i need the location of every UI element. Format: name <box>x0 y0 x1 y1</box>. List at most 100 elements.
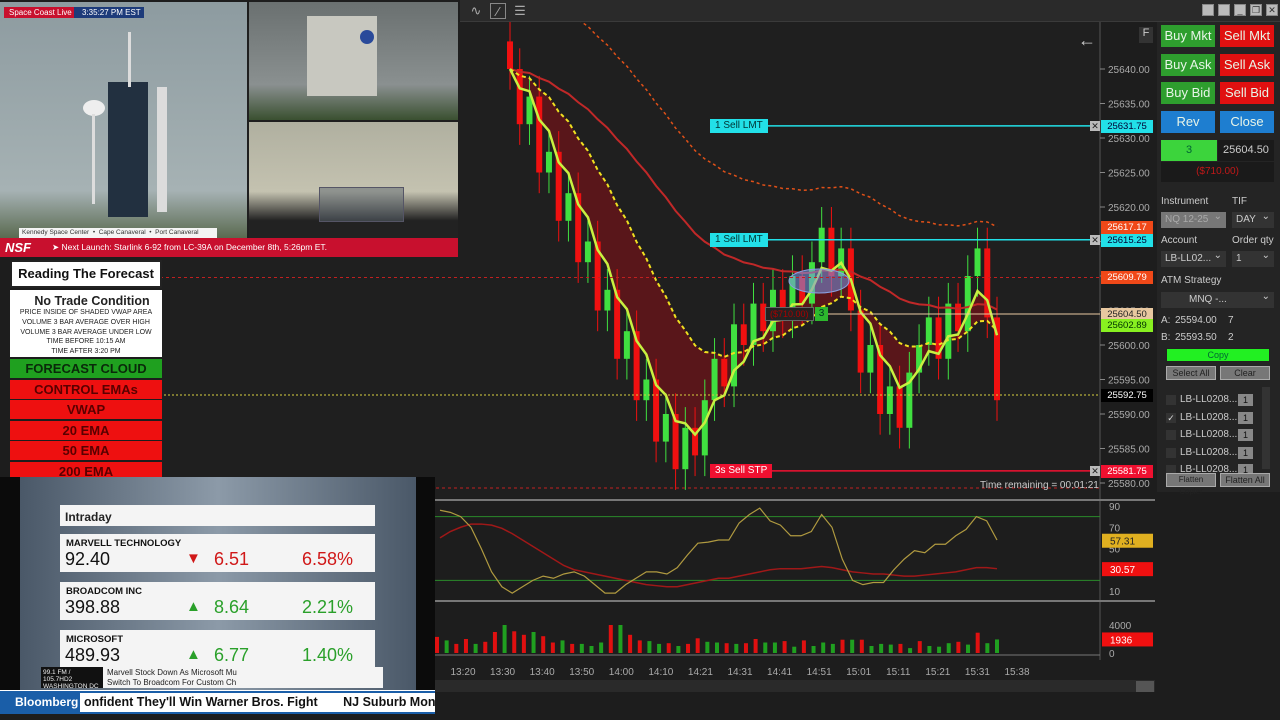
launch-pad-video <box>0 2 247 238</box>
volume-bar <box>801 640 806 653</box>
time-tick-label: 14:21 <box>688 667 713 678</box>
sell-mkt-button[interactable]: Sell Mkt <box>1220 25 1274 47</box>
close-button[interactable]: Close <box>1220 110 1274 133</box>
price-tick-label: 25600.00 <box>1108 341 1150 352</box>
scrollbar-handle[interactable] <box>1136 681 1154 692</box>
copier-qty[interactable]: 1 <box>1238 446 1253 459</box>
account-checkbox[interactable] <box>1166 447 1176 458</box>
close-icon[interactable]: ✕ <box>1266 4 1278 16</box>
copier-account[interactable]: LB-LL0208... <box>1180 412 1237 423</box>
copier-qty[interactable]: 1 <box>1238 411 1253 424</box>
account-list-scrollbar[interactable] <box>1262 387 1270 469</box>
stock-name: MICROSOFT <box>66 634 123 645</box>
tif-select[interactable]: DAY <box>1232 209 1274 228</box>
volume-bar <box>782 641 787 653</box>
atm-strategy-select[interactable]: MNQ -... <box>1161 289 1274 308</box>
buy-mkt-button[interactable]: Buy Mkt <box>1161 25 1215 47</box>
condition-item: PRICE INSIDE OF SHADED VWAP AREA <box>19 309 153 316</box>
account-checkbox[interactable] <box>1166 395 1176 405</box>
stock-card: BROADCOM INC 398.88 ▲ 8.64 2.21% <box>60 582 375 620</box>
order-tag[interactable]: 1 Sell LMT <box>710 118 768 133</box>
copier-account[interactable]: LB-LL0208... <box>1180 394 1237 405</box>
price-tag: 25617.17 <box>1101 220 1153 234</box>
volume-bar <box>811 646 816 653</box>
volume-bar <box>966 644 971 653</box>
sell-bid-button[interactable]: Sell Bid <box>1220 82 1274 104</box>
account-select[interactable]: LB-LL02... <box>1161 248 1226 267</box>
nsf-logo: NSF <box>5 240 31 255</box>
copier-account[interactable]: LB-LL0208... <box>1180 429 1237 440</box>
volume-bar <box>579 643 584 653</box>
minimize-icon[interactable]: _ <box>1234 4 1246 16</box>
indicator-icon[interactable]: ∿ <box>468 3 484 19</box>
volume-bar <box>473 643 478 653</box>
volume-bar <box>927 646 932 653</box>
copier-qty[interactable]: 1 <box>1238 429 1253 441</box>
crawl-text-1: onfident They'll Win Warner Bros. Fight <box>84 695 318 709</box>
list-icon[interactable]: ☰ <box>512 3 528 19</box>
volume-bar <box>686 643 691 653</box>
flatten-copier-button[interactable]: Flatten Copier <box>1166 473 1216 496</box>
window-button[interactable] <box>1202 4 1214 16</box>
candle <box>886 386 893 414</box>
cancel-order-icon[interactable]: ✕ <box>1090 465 1100 476</box>
account-checkbox[interactable]: ✓ <box>1166 412 1176 423</box>
price-tick-label: 25630.00 <box>1108 134 1150 145</box>
order-qty-input[interactable]: 1 <box>1232 248 1274 267</box>
restore-icon[interactable]: ❐ <box>1250 4 1262 16</box>
candle <box>584 241 591 263</box>
cancel-order-icon[interactable]: ✕ <box>1090 120 1100 131</box>
volume-bar <box>463 639 468 653</box>
price-tick-label: 25625.00 <box>1108 169 1150 180</box>
volume-bar <box>908 648 913 653</box>
sell-ask-button[interactable]: Sell Ask <box>1220 53 1274 76</box>
account-checkbox[interactable] <box>1166 430 1176 440</box>
candle <box>974 248 981 276</box>
order-tag[interactable]: 3s Sell STP <box>710 463 773 478</box>
price-tag: 25592.75 <box>1101 389 1153 403</box>
flatten-all-button[interactable]: Flatten All <box>1220 473 1270 487</box>
volume-bar <box>821 642 826 653</box>
headline: Marvell Stock Down As Microsoft Mu Switch… <box>103 667 383 688</box>
candle <box>857 310 864 373</box>
triangle-up-icon: ▲ <box>186 598 201 615</box>
forecast-title: Reading The Forecast <box>10 260 162 288</box>
candle <box>701 400 708 456</box>
volume-bar <box>666 643 671 653</box>
strategy-icon[interactable]: ⁄ <box>490 3 506 19</box>
cancel-order-icon[interactable]: ✕ <box>1090 234 1100 245</box>
copy-button[interactable]: Copy <box>1166 348 1270 362</box>
buy-ask-button[interactable]: Buy Ask <box>1161 53 1215 76</box>
channel-brand: Space Coast Live <box>4 7 74 18</box>
copier-account[interactable]: LB-LL0208... <box>1180 447 1237 458</box>
f-label[interactable]: F <box>1139 27 1153 43</box>
time-tick-label: 15:01 <box>846 667 871 678</box>
volume-bar <box>444 640 449 653</box>
vab-building <box>307 16 377 96</box>
volume-bar <box>628 634 633 653</box>
candle <box>516 69 523 125</box>
rev-button[interactable]: Rev <box>1161 110 1215 133</box>
volume-bar <box>840 639 845 653</box>
stock-price: 398.88 <box>65 597 121 617</box>
window-button[interactable] <box>1218 4 1230 16</box>
headline-line-1: Marvell Stock Down As Microsoft Mu <box>107 668 237 677</box>
instrument-select[interactable]: NQ 12-25 <box>1161 209 1226 228</box>
volume-bar <box>946 643 951 653</box>
osc-k-tag-label: 57.31 <box>1110 537 1135 548</box>
time-tick-label: 13:20 <box>450 667 475 678</box>
volume-bar <box>550 642 555 653</box>
volume-bar <box>589 646 594 653</box>
arrow-left-icon[interactable]: ← <box>1078 30 1096 51</box>
select-all-button[interactable]: Select All <box>1166 366 1216 380</box>
order-tag[interactable]: 1 Sell LMT <box>710 232 768 247</box>
clear-button[interactable]: Clear <box>1220 366 1270 380</box>
buy-bid-button[interactable]: Buy Bid <box>1161 82 1215 104</box>
position-qty[interactable]: 3 <box>815 307 828 321</box>
ask-label: A: <box>1161 315 1171 326</box>
copier-qty[interactable]: 1 <box>1238 394 1253 406</box>
time-tick-label: 14:41 <box>767 667 792 678</box>
volume-bar <box>531 632 536 653</box>
candle <box>925 317 932 345</box>
volume-bar <box>879 643 884 653</box>
